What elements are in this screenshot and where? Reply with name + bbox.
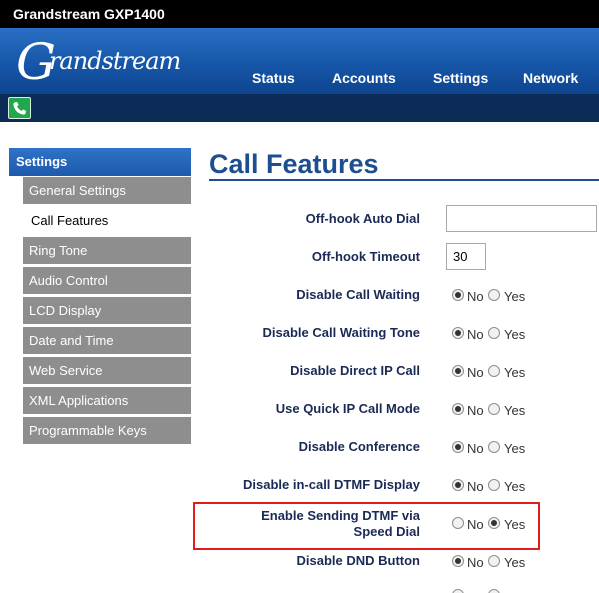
sidebar-item-audio-control[interactable]: Audio Control <box>23 267 191 294</box>
page: Grandstream GXP1400 Grandstream Status A… <box>0 0 599 593</box>
header-banner: Grandstream Status Accounts Settings Net… <box>0 28 599 94</box>
phone-icon <box>13 101 27 115</box>
grandstream-logo: Grandstream <box>16 33 181 91</box>
disable-conference-yes-radio[interactable] <box>488 441 500 453</box>
disable-conference-label: Disable Conference <box>298 439 420 454</box>
page-title: Call Features <box>209 149 379 179</box>
app-title: Grandstream GXP1400 <box>13 6 165 22</box>
sidebar-item-xml-applications[interactable]: XML Applications <box>23 387 191 414</box>
use-quick-ip-call-mode-yes-radio[interactable] <box>488 403 500 415</box>
disable-in-call-dtmf-display-no-radio[interactable] <box>452 479 464 491</box>
disable-dnd-button-no-radio[interactable] <box>452 555 464 567</box>
disable-call-waiting-yes-radio[interactable] <box>488 289 500 301</box>
next-row-yes-radio[interactable] <box>488 589 500 593</box>
use-quick-ip-call-mode-yes-label: Yes <box>504 403 526 418</box>
disable-direct-ip-call-no-label: No <box>467 365 484 380</box>
use-quick-ip-call-mode-label: Use Quick IP Call Mode <box>275 401 420 416</box>
nav-status[interactable]: Status <box>252 70 295 86</box>
disable-direct-ip-call-yes-label: Yes <box>504 365 526 380</box>
disable-call-waiting-tone-yes-label: Yes <box>504 327 526 342</box>
disable-call-waiting-yes-label: Yes <box>504 289 526 304</box>
disable-call-waiting-tone-label: Disable Call Waiting Tone <box>262 325 420 340</box>
disable-direct-ip-call-label: Disable Direct IP Call <box>290 363 420 378</box>
enable-sending-dtmf-no-label: No <box>467 517 484 532</box>
disable-direct-ip-call-yes-radio[interactable] <box>488 365 500 377</box>
disable-dnd-button-no-label: No <box>467 555 484 570</box>
use-quick-ip-call-mode-no-label: No <box>467 403 484 418</box>
disable-direct-ip-call-no-radio[interactable] <box>452 365 464 377</box>
offhook-auto-dial-label: Off-hook Auto Dial <box>305 211 420 226</box>
disable-conference-no-label: No <box>467 441 484 456</box>
disable-call-waiting-tone-no-label: No <box>467 327 484 342</box>
disable-call-waiting-tone-no-radio[interactable] <box>452 327 464 339</box>
enable-sending-dtmf-no-radio[interactable] <box>452 517 464 529</box>
title-divider <box>209 179 599 181</box>
nav-accounts[interactable]: Accounts <box>332 70 396 86</box>
disable-call-waiting-no-radio[interactable] <box>452 289 464 301</box>
phone-button[interactable] <box>8 97 31 119</box>
disable-dnd-button-label: Disable DND Button <box>296 553 421 568</box>
disable-in-call-dtmf-display-yes-radio[interactable] <box>488 479 500 491</box>
nav-network[interactable]: Network <box>523 70 578 86</box>
use-quick-ip-call-mode-no-radio[interactable] <box>452 403 464 415</box>
sidebar-item-ring-tone[interactable]: Ring Tone <box>23 237 191 264</box>
sidebar-item-web-service[interactable]: Web Service <box>23 357 191 384</box>
sidebar-item-call-features[interactable]: Call Features <box>23 207 191 234</box>
offhook-timeout-input[interactable] <box>446 243 486 270</box>
enable-sending-dtmf-label: Enable Sending DTMF via Speed Dial <box>261 508 420 539</box>
nav-settings[interactable]: Settings <box>433 70 488 86</box>
disable-conference-yes-label: Yes <box>504 441 526 456</box>
sub-bar <box>0 94 599 122</box>
top-bar: Grandstream GXP1400 <box>0 0 599 28</box>
enable-sending-dtmf-yes-label: Yes <box>504 517 526 532</box>
disable-in-call-dtmf-display-yes-label: Yes <box>504 479 526 494</box>
disable-call-waiting-label: Disable Call Waiting <box>296 287 420 302</box>
sidebar-item-general-settings[interactable]: General Settings <box>23 177 191 204</box>
disable-in-call-dtmf-display-no-label: No <box>467 479 484 494</box>
disable-call-waiting-tone-yes-radio[interactable] <box>488 327 500 339</box>
sidebar-heading-settings[interactable]: Settings <box>9 148 191 176</box>
offhook-auto-dial-input[interactable] <box>446 205 597 232</box>
disable-conference-no-radio[interactable] <box>452 441 464 453</box>
disable-dnd-button-yes-label: Yes <box>504 555 526 570</box>
enable-sending-dtmf-yes-radio[interactable] <box>488 517 500 529</box>
next-row-no-radio[interactable] <box>452 589 464 593</box>
sidebar-item-lcd-display[interactable]: LCD Display <box>23 297 191 324</box>
offhook-timeout-label: Off-hook Timeout <box>311 249 420 264</box>
sidebar-item-programmable-keys[interactable]: Programmable Keys <box>23 417 191 444</box>
disable-dnd-button-yes-radio[interactable] <box>488 555 500 567</box>
disable-in-call-dtmf-display-label: Disable in-call DTMF Display <box>243 477 420 492</box>
disable-call-waiting-no-label: No <box>467 289 484 304</box>
sidebar-item-date-and-time[interactable]: Date and Time <box>23 327 191 354</box>
